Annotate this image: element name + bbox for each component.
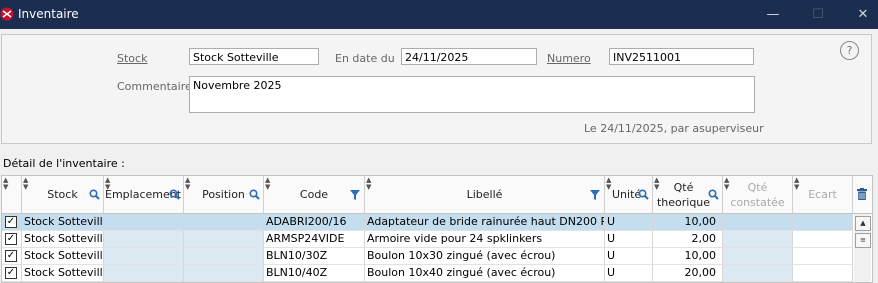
table-row[interactable]: ✓ Stock Sotteville BLN10/40Z Boulon 10x4… xyxy=(2,265,854,282)
close-button[interactable]: ✕ xyxy=(846,0,878,29)
column-header-stock[interactable]: ▲ ▼ Stock xyxy=(22,176,104,214)
minimize-button[interactable]: — xyxy=(756,0,790,29)
cell-qte-theorique[interactable]: 2,00 xyxy=(653,231,723,248)
filter-icon[interactable] xyxy=(590,190,600,200)
stock-field[interactable]: Stock Sotteville xyxy=(189,48,319,65)
cell-emplacement[interactable] xyxy=(104,231,184,248)
cell-libelle[interactable]: Adaptateur de bride rainurée haut DN200 … xyxy=(365,214,605,231)
comment-field[interactable]: Novembre 2025 xyxy=(189,76,755,113)
cell-stock[interactable]: Stock Sotteville xyxy=(22,231,104,248)
cell-emplacement[interactable] xyxy=(104,214,184,231)
window-title: Inventaire xyxy=(18,7,79,21)
column-header-select[interactable]: ▲ ▼ xyxy=(2,176,22,214)
cell-qte-theorique[interactable]: 10,00 xyxy=(653,214,723,231)
row-checkbox-cell[interactable]: ✓ xyxy=(2,214,22,231)
cell-unite[interactable]: U xyxy=(605,231,653,248)
row-checkbox-cell[interactable]: ✓ xyxy=(2,231,22,248)
cell-stock[interactable]: Stock Sotteville xyxy=(22,265,104,282)
column-label: Libellé xyxy=(466,188,503,201)
row-checkbox[interactable]: ✓ xyxy=(5,216,17,228)
cell-libelle[interactable]: Boulon 10x30 zingué (avec écrou) xyxy=(365,248,605,265)
cell-stock[interactable]: Stock Sotteville xyxy=(22,248,104,265)
cell-qte-constatee[interactable] xyxy=(723,231,793,248)
column-header-emplacement[interactable]: ▲ ▼ Emplacement xyxy=(104,176,184,214)
cell-ecart[interactable] xyxy=(793,265,853,282)
column-header-unite[interactable]: ▲ ▼ Unité xyxy=(605,176,653,214)
maximize-button[interactable]: ☐ xyxy=(801,0,835,29)
cell-ecart[interactable] xyxy=(793,231,853,248)
stock-label[interactable]: Stock xyxy=(117,52,147,65)
column-header-position[interactable]: ▲ ▼ Position xyxy=(184,176,264,214)
column-header-actions xyxy=(853,176,872,214)
cell-qte-theorique[interactable]: 10,00 xyxy=(653,248,723,265)
vertical-scrollbar[interactable]: ▲ ≡ xyxy=(854,214,871,282)
scroll-menu-icon[interactable]: ≡ xyxy=(855,233,871,248)
cell-unite[interactable]: U xyxy=(605,248,653,265)
table-row[interactable]: ✓ Stock Sotteville ARMSP24VIDE Armoire v… xyxy=(2,231,854,248)
inventory-table: ▲ ▼ ▲ ▼ Stock ▲ ▼ Emplacement ▲ ▼ Position ▲… xyxy=(1,175,873,283)
delete-icon[interactable] xyxy=(857,188,867,200)
row-checkbox-cell[interactable]: ✓ xyxy=(2,248,22,265)
row-checkbox[interactable]: ✓ xyxy=(5,250,17,262)
cell-code[interactable]: ADABRI200/16 xyxy=(264,214,365,231)
column-header-qte-constatee[interactable]: ▲ ▼ Qté constatée xyxy=(723,176,793,214)
search-icon[interactable] xyxy=(249,189,260,200)
cell-qte-constatee[interactable] xyxy=(723,248,793,265)
cell-emplacement[interactable] xyxy=(104,248,184,265)
filter-icon[interactable] xyxy=(350,190,360,200)
numero-label[interactable]: Numero xyxy=(547,52,591,65)
cell-libelle[interactable]: Boulon 10x40 zingué (avec écrou) xyxy=(365,265,605,282)
table-row[interactable]: ✓ Stock Sotteville ADABRI200/16 Adaptate… xyxy=(2,214,854,231)
column-label: Ecart xyxy=(808,188,837,201)
cell-code[interactable]: ARMSP24VIDE xyxy=(264,231,365,248)
column-header-code[interactable]: ▲ ▼ Code xyxy=(264,176,365,214)
search-icon[interactable] xyxy=(638,189,649,200)
date-label: En date du xyxy=(335,52,395,65)
scroll-up-icon[interactable]: ▲ xyxy=(855,216,871,231)
search-icon[interactable] xyxy=(169,189,180,200)
cell-libelle[interactable]: Armoire vide pour 24 spklinkers xyxy=(365,231,605,248)
numero-field[interactable]: INV2511001 xyxy=(609,48,754,65)
cell-stock[interactable]: Stock Sotteville xyxy=(22,214,104,231)
cell-code[interactable]: BLN10/40Z xyxy=(264,265,365,282)
cell-position[interactable] xyxy=(184,214,264,231)
row-checkbox[interactable]: ✓ xyxy=(5,233,17,245)
cell-ecart[interactable] xyxy=(793,248,853,265)
column-label: Code xyxy=(299,188,329,201)
cell-qte-constatee[interactable] xyxy=(723,214,793,231)
cell-qte-constatee[interactable] xyxy=(723,265,793,282)
help-icon[interactable]: ? xyxy=(840,41,859,60)
date-field[interactable]: 24/11/2025 xyxy=(401,48,537,65)
column-header-qte-theorique[interactable]: ▲ ▼ Qté theorique xyxy=(653,176,723,214)
sort-arrows-icon[interactable]: ▲ ▼ xyxy=(3,177,8,191)
app-icon xyxy=(0,7,14,21)
cell-unite[interactable]: U xyxy=(605,265,653,282)
cell-position[interactable] xyxy=(184,231,264,248)
column-label: Qté constatée xyxy=(730,180,785,209)
cell-position[interactable] xyxy=(184,265,264,282)
row-checkbox-cell[interactable]: ✓ xyxy=(2,265,22,282)
cell-qte-theorique[interactable]: 20,00 xyxy=(653,265,723,282)
row-checkbox[interactable]: ✓ xyxy=(5,267,17,279)
created-note: Le 24/11/2025, par asuperviseur xyxy=(584,122,764,135)
title-bar: Inventaire — ☐ ✕ xyxy=(0,0,878,29)
comment-label: Commentaire xyxy=(117,80,192,93)
column-header-ecart[interactable]: ▲ ▼ Ecart xyxy=(793,176,853,214)
column-header-libelle[interactable]: ▲ ▼ Libellé xyxy=(365,176,605,214)
table-row[interactable]: ✓ Stock Sotteville BLN10/30Z Boulon 10x3… xyxy=(2,248,854,265)
search-icon[interactable] xyxy=(89,189,100,200)
cell-emplacement[interactable] xyxy=(104,265,184,282)
section-title: Détail de l'inventaire : xyxy=(3,157,125,170)
search-icon[interactable] xyxy=(708,189,719,200)
cell-code[interactable]: BLN10/30Z xyxy=(264,248,365,265)
cell-ecart[interactable] xyxy=(793,214,853,231)
cell-unite[interactable]: U xyxy=(605,214,653,231)
cell-position[interactable] xyxy=(184,248,264,265)
